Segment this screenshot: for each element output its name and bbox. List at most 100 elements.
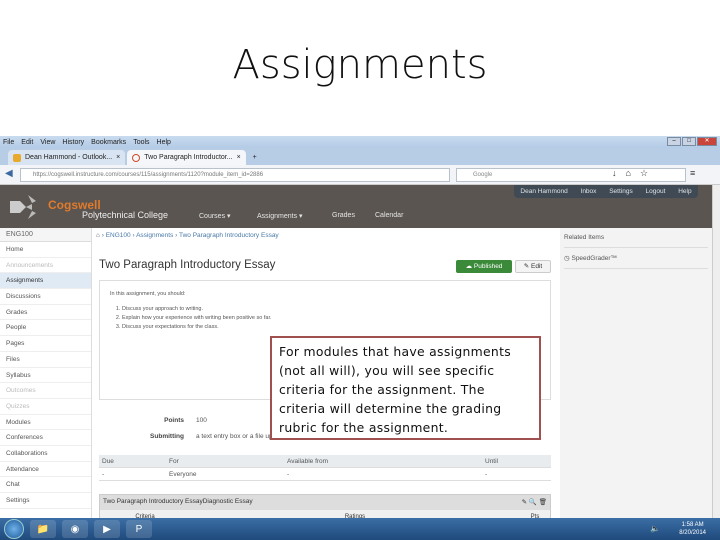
submitting-label: Submitting — [150, 433, 184, 440]
step-item: Discuss your approach to writing. — [122, 305, 540, 314]
search-input[interactable]: Google — [456, 168, 686, 182]
outlook-icon — [13, 153, 21, 162]
menu-history[interactable]: History — [62, 139, 84, 146]
url-input[interactable]: https://cogswell.instructure.com/courses… — [20, 168, 450, 182]
menu-icon[interactable]: ≡ — [690, 168, 695, 178]
points-label: Points — [164, 417, 184, 424]
speedgrader-link[interactable]: ◷ SpeedGrader™ — [564, 248, 708, 269]
sidebar-item-pages[interactable]: Pages — [0, 336, 91, 352]
sidebar-item-outcomes[interactable]: Outcomes — [0, 383, 91, 399]
canvas-icon — [132, 153, 141, 162]
sidebar-item-grades[interactable]: Grades — [0, 305, 91, 321]
breadcrumb-assignments[interactable]: Assignments — [136, 232, 173, 239]
menu-tools[interactable]: Tools — [133, 139, 149, 146]
inbox-link[interactable]: Inbox — [581, 188, 597, 195]
page-title: Two Paragraph Introductory Essay — [99, 259, 276, 271]
sidebar-item-announcements[interactable]: Announcements — [0, 258, 91, 274]
time: 1:58 AM — [681, 522, 704, 528]
published-button[interactable]: ☁ Published — [456, 260, 512, 273]
menu-help[interactable]: Help — [157, 139, 171, 146]
related-items-title: Related Items — [564, 228, 708, 248]
close-tab-icon[interactable]: × — [116, 154, 120, 161]
edit-button[interactable]: ✎ Edit — [515, 260, 551, 273]
tab-outlook[interactable]: Dean Hammond - Outlook... × — [8, 150, 126, 165]
new-tab-button[interactable]: + — [248, 150, 262, 165]
menu-file[interactable]: File — [3, 139, 14, 146]
menu-view[interactable]: View — [40, 139, 55, 146]
minimize-icon[interactable]: – — [667, 137, 681, 146]
cogswell-logo-icon — [10, 195, 36, 219]
home-icon[interactable]: ⌂ — [96, 232, 100, 239]
home-icon[interactable]: ⌂ — [626, 168, 631, 179]
sidebar-item-syllabus[interactable]: Syllabus — [0, 368, 91, 384]
submitting-row: Submitting a text entry box or a file upl… — [99, 433, 285, 440]
maximize-icon[interactable]: □ — [682, 137, 696, 146]
tab-bar: Dean Hammond - Outlook... × Two Paragraph… — [0, 148, 720, 165]
sidebar-item-conferences[interactable]: Conferences — [0, 430, 91, 446]
sidebar-item-assignments[interactable]: Assignments — [0, 273, 91, 290]
nav-calendar[interactable]: Calendar — [375, 212, 403, 219]
firefox-icon[interactable]: ◉ — [62, 520, 88, 538]
date: 8/20/2014 — [679, 530, 706, 536]
close-icon[interactable]: ✕ — [697, 137, 717, 146]
sidebar-item-chat[interactable]: Chat — [0, 477, 91, 493]
user-menu: Dean Hammond Inbox Settings Logout Help — [514, 185, 698, 198]
sidebar-item-attendance[interactable]: Attendance — [0, 462, 91, 478]
menu-bookmarks[interactable]: Bookmarks — [91, 139, 126, 146]
settings-link[interactable]: Settings — [609, 188, 633, 195]
course-sidebar: ENG100 Home Announcements Assignments Discu… — [0, 228, 92, 518]
speedgrader-label: SpeedGrader™ — [571, 255, 618, 262]
edit-label: Edit — [531, 263, 543, 270]
step-item: Discuss your expectations for the class. — [122, 323, 540, 332]
nav-courses[interactable]: Courses ▾ — [199, 212, 231, 220]
menu-bar: File Edit View History Bookmarks Tools H… — [0, 136, 720, 148]
dates-table: Due For Available from Until - Everyone - - — [99, 455, 551, 481]
cell: Everyone — [169, 470, 197, 478]
tab-assignment[interactable]: Two Paragraph Introductor... × — [127, 150, 246, 165]
sidebar-item-home[interactable]: Home — [0, 242, 91, 258]
cell: - — [287, 470, 290, 478]
tab-label: Dean Hammond - Outlook... — [25, 154, 113, 161]
related-items-panel: Related Items ◷ SpeedGrader™ — [560, 228, 712, 518]
taskbar: 📁 ◉ ▶ P 1:58 AM 8/20/2014 🔈 — [0, 518, 720, 540]
sidebar-item-quizzes[interactable]: Quizzes — [0, 399, 91, 415]
bookmark-star-icon[interactable]: ☆ — [640, 168, 648, 179]
table-row: - Everyone - - — [99, 468, 551, 481]
scrollbar[interactable] — [712, 185, 720, 518]
media-player-icon[interactable]: ▶ — [94, 520, 120, 538]
logout-link[interactable]: Logout — [646, 188, 666, 195]
header-for: For — [169, 457, 179, 465]
sidebar-item-collaborations[interactable]: Collaborations — [0, 446, 91, 462]
nav-grades[interactable]: Grades — [332, 212, 355, 219]
sidebar-item-discussions[interactable]: Discussions — [0, 289, 91, 305]
explorer-icon[interactable]: 📁 — [30, 520, 56, 538]
sidebar-item-files[interactable]: Files — [0, 352, 91, 368]
points-value: 100 — [196, 417, 207, 424]
breadcrumb-current: Two Paragraph Introductory Essay — [178, 232, 279, 239]
header-until: Until — [485, 457, 499, 465]
cell: - — [485, 470, 488, 478]
navigation-bar: ◀ https://cogswell.instructure.com/cours… — [0, 165, 720, 185]
canvas-header: Cogswell Polytechnical College Courses ▾… — [0, 185, 712, 228]
help-link[interactable]: Help — [678, 188, 691, 195]
logo-subtitle: Polytechnical College — [82, 210, 169, 220]
slide-title: Assignments — [232, 42, 488, 88]
back-icon[interactable]: ◀ — [5, 168, 13, 179]
close-tab-icon[interactable]: × — [237, 154, 241, 161]
menu-edit[interactable]: Edit — [21, 139, 33, 146]
user-name-link[interactable]: Dean Hammond — [520, 188, 567, 195]
powerpoint-icon[interactable]: P — [126, 520, 152, 538]
rubric-actions-icons[interactable]: ✎ 🔍 🗑 — [522, 498, 547, 507]
breadcrumb-course[interactable]: ENG100 — [106, 232, 131, 239]
rubric-title: Two Paragraph Introductory EssayDiagnost… — [103, 498, 253, 505]
cell: - — [102, 470, 105, 478]
nav-assignments[interactable]: Assignments ▾ — [257, 212, 303, 220]
start-button[interactable] — [4, 519, 24, 539]
volume-icon[interactable]: 🔈 — [650, 524, 660, 533]
clock[interactable]: 1:58 AM 8/20/2014 — [679, 521, 706, 537]
window-controls: – □ ✕ — [667, 137, 717, 146]
sidebar-item-modules[interactable]: Modules — [0, 415, 91, 431]
download-icon[interactable]: ↓ — [612, 168, 617, 179]
sidebar-item-people[interactable]: People — [0, 320, 91, 337]
sidebar-item-settings[interactable]: Settings — [0, 493, 91, 509]
